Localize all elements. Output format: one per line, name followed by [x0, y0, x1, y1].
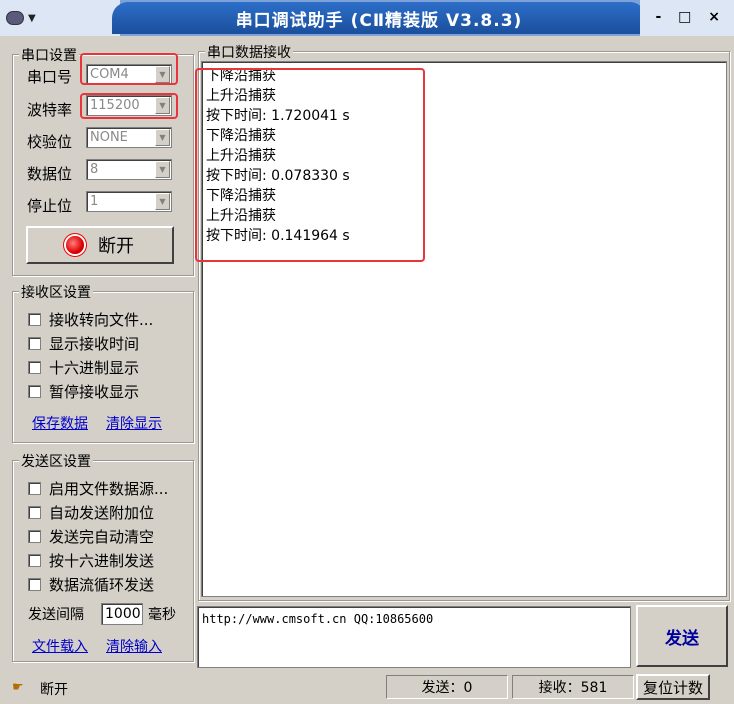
highlight-box-baud	[80, 93, 178, 119]
sent-count: 发送：0	[386, 675, 508, 699]
baud-label: 波特率	[27, 101, 73, 119]
parity-value: NONE	[90, 130, 128, 145]
group-title: 串口数据接收	[205, 42, 293, 62]
databits-select[interactable]: 8 ▼	[86, 159, 172, 180]
save-data-link[interactable]: 保存数据	[32, 413, 88, 433]
clear-display-link[interactable]: 清除显示	[106, 413, 162, 433]
databits-label: 数据位	[27, 165, 73, 183]
connection-led-icon	[66, 236, 84, 254]
hand-pointer-icon: ☛	[12, 680, 24, 695]
send-textarea[interactable]: http://www.cmsoft.cn QQ:10865600	[197, 606, 631, 668]
group-title: 发送区设置	[19, 451, 93, 471]
checkbox-loop-send[interactable]: 数据流循环发送	[28, 574, 154, 595]
group-title: 串口设置	[19, 45, 79, 65]
interval-label: 发送间隔	[28, 607, 84, 623]
checkbox-hex-send[interactable]: 按十六进制发送	[28, 550, 154, 571]
load-file-link[interactable]: 文件载入	[32, 636, 88, 656]
checkbox-label: 发送完自动清空	[49, 528, 155, 546]
interval-unit: 毫秒	[148, 607, 176, 623]
checkbox[interactable]	[28, 337, 41, 350]
highlight-box-received	[195, 68, 425, 262]
checkbox-auto-clear[interactable]: 发送完自动清空	[28, 526, 154, 547]
checkbox[interactable]	[28, 554, 41, 567]
checkbox[interactable]	[28, 361, 41, 374]
title-bar: ▼ 串口调试助手 (CⅡ精装版 V3.8.3) - □ ×	[0, 0, 734, 36]
checkbox-hex-display[interactable]: 十六进制显示	[28, 357, 139, 378]
clear-input-link[interactable]: 清除输入	[106, 636, 162, 656]
send-button[interactable]: 发送	[636, 605, 728, 667]
interval-input[interactable]: 1000	[101, 603, 143, 625]
checkbox-label: 显示接收时间	[49, 335, 140, 353]
checkbox-label: 暂停接收显示	[49, 383, 140, 401]
stopbits-label: 停止位	[27, 197, 73, 215]
stopbits-select[interactable]: 1 ▼	[86, 191, 172, 212]
checkbox[interactable]	[28, 385, 41, 398]
status-bar: ☛ 断开 发送：0 接收：581 复位计数	[0, 672, 734, 704]
window-title: 串口调试助手 (CⅡ精装版 V3.8.3)	[112, 2, 646, 34]
checkbox-file-source[interactable]: 启用文件数据源...	[28, 478, 168, 499]
highlight-box-port	[80, 53, 178, 85]
parity-label: 校验位	[27, 133, 73, 151]
disconnect-label: 断开	[98, 236, 134, 257]
chevron-down-icon[interactable]: ▼	[155, 193, 170, 210]
chevron-down-icon[interactable]: ▼	[155, 129, 170, 146]
chevron-down-icon: ▼	[28, 12, 36, 24]
checkbox-auto-append[interactable]: 自动发送附加位	[28, 502, 154, 523]
checkbox-recv-to-file[interactable]: 接收转向文件...	[28, 309, 153, 330]
received-count: 接收：581	[512, 675, 634, 699]
checkbox[interactable]	[28, 313, 41, 326]
app-icon	[6, 11, 24, 25]
checkbox-label: 数据流循环发送	[49, 576, 155, 594]
connection-status: 断开	[40, 682, 68, 698]
databits-value: 8	[90, 162, 99, 177]
disconnect-button[interactable]: 断开	[26, 226, 174, 264]
checkbox[interactable]	[28, 530, 41, 543]
checkbox-label: 自动发送附加位	[49, 504, 155, 522]
checkbox-label: 启用文件数据源...	[49, 480, 169, 498]
chevron-down-icon[interactable]: ▼	[155, 161, 170, 178]
checkbox-pause-display[interactable]: 暂停接收显示	[28, 381, 139, 402]
reset-count-button[interactable]: 复位计数	[636, 674, 710, 700]
checkbox-show-time[interactable]: 显示接收时间	[28, 333, 139, 354]
window-controls[interactable]: - □ ×	[655, 9, 726, 25]
system-menu-button[interactable]: ▼	[6, 8, 44, 28]
checkbox-label: 接收转向文件...	[49, 311, 154, 329]
checkbox-label: 十六进制显示	[49, 359, 140, 377]
checkbox-label: 按十六进制发送	[49, 552, 155, 570]
group-title: 接收区设置	[19, 282, 93, 302]
parity-select[interactable]: NONE ▼	[86, 127, 172, 148]
stopbits-value: 1	[90, 194, 99, 209]
checkbox[interactable]	[28, 482, 41, 495]
checkbox[interactable]	[28, 578, 41, 591]
checkbox[interactable]	[28, 506, 41, 519]
serial-debug-window: ▼ 串口调试助手 (CⅡ精装版 V3.8.3) - □ × 串口设置 串口号 C…	[0, 0, 734, 704]
port-label: 串口号	[27, 68, 73, 86]
